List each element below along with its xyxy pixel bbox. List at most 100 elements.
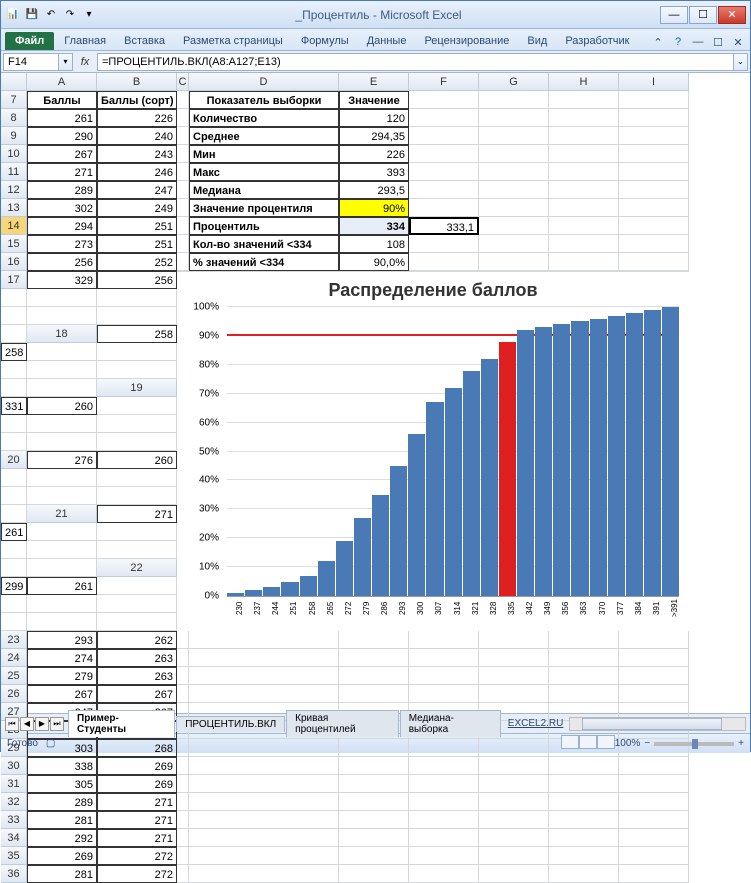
cell-A21[interactable]: 271: [97, 505, 177, 523]
cell-B9[interactable]: 240: [97, 127, 177, 145]
cell-B26[interactable]: 267: [97, 685, 177, 703]
cell-G23[interactable]: [479, 631, 549, 649]
macro-record-icon[interactable]: ▢: [46, 738, 55, 749]
cell-B36[interactable]: 272: [97, 865, 177, 883]
cell-H18[interactable]: [1, 379, 27, 397]
cell-C13[interactable]: [177, 199, 189, 217]
row-header-16[interactable]: 16: [1, 253, 27, 271]
cell-E19[interactable]: [27, 415, 97, 433]
cell-D34[interactable]: [189, 829, 339, 847]
tab-formulas[interactable]: Формулы: [293, 32, 357, 50]
cell-E22[interactable]: [27, 595, 97, 613]
cell-D33[interactable]: [189, 811, 339, 829]
cell-E34[interactable]: [339, 829, 409, 847]
cell-E17[interactable]: [97, 289, 177, 307]
cell-H20[interactable]: [97, 487, 177, 505]
cell-G15[interactable]: [479, 235, 549, 253]
cell-D13[interactable]: Значение процентиля: [189, 199, 339, 217]
col-header-I[interactable]: I: [619, 73, 689, 91]
cell-C23[interactable]: [177, 631, 189, 649]
col-header-E[interactable]: E: [339, 73, 409, 91]
cell-I18[interactable]: [27, 379, 97, 397]
cell-B24[interactable]: 263: [97, 649, 177, 667]
cell-C7[interactable]: [177, 91, 189, 109]
cell-F17[interactable]: [1, 307, 27, 325]
cell-A31[interactable]: 305: [27, 775, 97, 793]
cell-I9[interactable]: [619, 127, 689, 145]
cell-E30[interactable]: [339, 757, 409, 775]
cell-B7[interactable]: Баллы (сорт): [97, 91, 177, 109]
zoom-in-icon[interactable]: +: [738, 738, 744, 749]
cell-F35[interactable]: [409, 847, 479, 865]
cell-H24[interactable]: [549, 649, 619, 667]
cell-B31[interactable]: 269: [97, 775, 177, 793]
row-header-31[interactable]: 31: [1, 775, 27, 793]
cell-G35[interactable]: [479, 847, 549, 865]
cell-I22[interactable]: [97, 613, 177, 631]
save-icon[interactable]: 💾: [24, 7, 40, 23]
row-header-22[interactable]: 22: [97, 559, 177, 577]
cell-F20[interactable]: [1, 487, 27, 505]
cell-F24[interactable]: [409, 649, 479, 667]
cell-A9[interactable]: 290: [27, 127, 97, 145]
cell-I15[interactable]: [619, 235, 689, 253]
cell-C35[interactable]: [177, 847, 189, 865]
cell-D18[interactable]: [97, 343, 177, 361]
cell-E7[interactable]: Значение: [339, 91, 409, 109]
row-header-23[interactable]: 23: [1, 631, 27, 649]
cell-F7[interactable]: [409, 91, 479, 109]
cell-I12[interactable]: [619, 181, 689, 199]
cell-H12[interactable]: [549, 181, 619, 199]
col-header-A[interactable]: A: [27, 73, 97, 91]
cell-D35[interactable]: [189, 847, 339, 865]
cell-A30[interactable]: 338: [27, 757, 97, 775]
cell-E18[interactable]: [1, 361, 27, 379]
row-header-21[interactable]: 21: [27, 505, 97, 523]
cell-C21[interactable]: [27, 523, 97, 541]
chart[interactable]: Распределение баллов 0%10%20%30%40%50%60…: [177, 271, 689, 631]
row-header-32[interactable]: 32: [1, 793, 27, 811]
cell-D20[interactable]: [27, 469, 97, 487]
row-header-14[interactable]: 14: [1, 217, 27, 235]
cell-C9[interactable]: [177, 127, 189, 145]
cell-E9[interactable]: 294,35: [339, 127, 409, 145]
sheet-tab-0[interactable]: Пример-Студенты: [68, 710, 175, 737]
cell-D11[interactable]: Макс: [189, 163, 339, 181]
cell-H21[interactable]: [1, 559, 27, 577]
tab-review[interactable]: Рецензирование: [416, 32, 517, 50]
row-header-9[interactable]: 9: [1, 127, 27, 145]
name-box-dropdown[interactable]: ▾: [59, 53, 73, 71]
cell-D31[interactable]: [189, 775, 339, 793]
cell-C17[interactable]: [1, 289, 27, 307]
cell-B22[interactable]: 261: [27, 577, 97, 595]
cell-D7[interactable]: Показатель выборки: [189, 91, 339, 109]
cell-E33[interactable]: [339, 811, 409, 829]
cell-I14[interactable]: [619, 217, 689, 235]
cell-A32[interactable]: 289: [27, 793, 97, 811]
cell-H10[interactable]: [549, 145, 619, 163]
row-header-35[interactable]: 35: [1, 847, 27, 865]
cell-E8[interactable]: 120: [339, 109, 409, 127]
cell-C30[interactable]: [177, 757, 189, 775]
row-header-8[interactable]: 8: [1, 109, 27, 127]
cell-G20[interactable]: [27, 487, 97, 505]
qat-dropdown-icon[interactable]: ▾: [81, 7, 97, 23]
cell-F29[interactable]: [409, 739, 479, 757]
cell-B30[interactable]: 269: [97, 757, 177, 775]
cell-F25[interactable]: [409, 667, 479, 685]
cell-A7[interactable]: Баллы: [27, 91, 97, 109]
cell-I30[interactable]: [619, 757, 689, 775]
cell-F32[interactable]: [409, 793, 479, 811]
cell-A25[interactable]: 279: [27, 667, 97, 685]
row-header-10[interactable]: 10: [1, 145, 27, 163]
cell-I31[interactable]: [619, 775, 689, 793]
cell-D15[interactable]: Кол-во значений <334: [189, 235, 339, 253]
cell-A15[interactable]: 273: [27, 235, 97, 253]
cell-H35[interactable]: [549, 847, 619, 865]
site-link[interactable]: EXCEL2.RU: [502, 718, 570, 729]
cell-A24[interactable]: 274: [27, 649, 97, 667]
cell-D19[interactable]: [1, 415, 27, 433]
select-all-corner[interactable]: [1, 73, 27, 91]
cell-A35[interactable]: 269: [27, 847, 97, 865]
cell-C11[interactable]: [177, 163, 189, 181]
